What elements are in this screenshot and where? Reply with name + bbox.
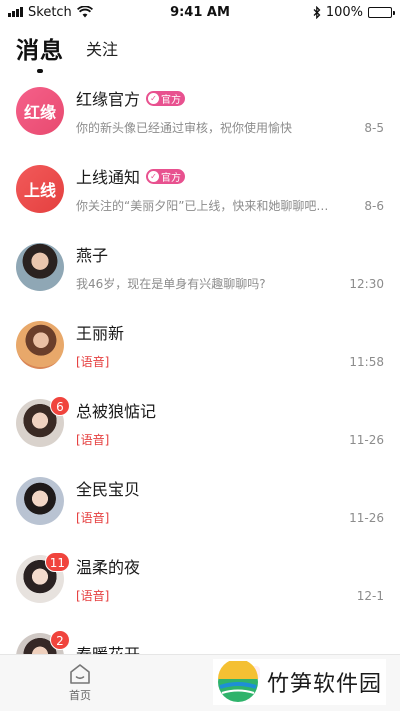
message-item[interactable]: 6 总被狼惦记 [语音] 11-26 bbox=[0, 384, 400, 462]
status-time: 9:41 AM bbox=[170, 4, 230, 20]
message-time: 8-5 bbox=[364, 120, 384, 135]
unread-count-badge: 11 bbox=[44, 552, 70, 572]
message-time: 12-1 bbox=[356, 588, 384, 603]
signal-icon bbox=[8, 7, 23, 17]
bamboo-logo-icon bbox=[217, 661, 258, 702]
message-item[interactable]: 燕子 我46岁，现在是单身有兴趣聊聊吗? 12:30 bbox=[0, 228, 400, 306]
nav-home-label: 首页 bbox=[69, 689, 91, 702]
message-time: 11-26 bbox=[349, 432, 384, 447]
verified-check-icon: ✓ bbox=[148, 92, 160, 104]
official-badge-label: 官方 bbox=[161, 172, 182, 184]
contact-name: 温柔的夜 bbox=[76, 558, 141, 577]
official-avatar: 红缘 bbox=[16, 87, 64, 135]
message-item[interactable]: 2 春暖花开 bbox=[0, 618, 400, 654]
tab-messages[interactable]: 消息 bbox=[16, 31, 64, 73]
voice-message-preview: [语音] bbox=[76, 355, 110, 369]
watermark: 竹笋软件园 bbox=[212, 659, 386, 705]
message-item[interactable]: 全民宝贝 [语音] 11-26 bbox=[0, 462, 400, 540]
user-avatar[interactable]: 11 bbox=[16, 552, 70, 603]
message-content: 王丽新 [语音] 11:58 bbox=[76, 320, 384, 370]
message-item[interactable]: 王丽新 [语音] 11:58 bbox=[0, 306, 400, 384]
verified-check-icon: ✓ bbox=[148, 170, 160, 182]
message-time: 12:30 bbox=[349, 276, 384, 291]
message-preview: 你关注的“美丽夕阳”已上线，快来和她聊聊吧… bbox=[76, 199, 329, 213]
message-list[interactable]: 红缘 红缘官方 ✓ 官方 你的新头像已经通过审核，祝你使用愉快 8-5 上线 上… bbox=[0, 72, 400, 654]
message-item[interactable]: 红缘 红缘官方 ✓ 官方 你的新头像已经通过审核，祝你使用愉快 8-5 bbox=[0, 72, 400, 150]
contact-name: 燕子 bbox=[76, 246, 109, 265]
user-avatar[interactable]: 2 bbox=[16, 630, 70, 654]
top-tabs: 消息 关注 bbox=[0, 24, 400, 73]
status-left: Sketch bbox=[8, 5, 148, 20]
user-avatar[interactable] bbox=[16, 477, 64, 525]
official-badge: ✓ 官方 bbox=[146, 168, 186, 184]
status-bar: Sketch 9:41 AM 100% bbox=[0, 0, 400, 24]
notification-avatar: 上线 bbox=[16, 165, 64, 213]
watermark-text: 竹笋软件园 bbox=[266, 672, 382, 697]
voice-message-preview: [语音] bbox=[76, 511, 110, 525]
contact-name: 全民宝贝 bbox=[76, 480, 141, 499]
battery-percent: 100% bbox=[325, 4, 363, 20]
message-content: 全民宝贝 [语音] 11-26 bbox=[76, 476, 384, 526]
voice-message-preview: [语音] bbox=[76, 433, 110, 447]
tab-following-label: 关注 bbox=[86, 40, 119, 59]
official-avatar-text: 红缘 bbox=[23, 103, 56, 122]
notification-avatar-text: 上线 bbox=[23, 181, 56, 200]
unread-count-badge: 6 bbox=[50, 396, 70, 416]
official-badge-label: 官方 bbox=[161, 94, 182, 106]
bluetooth-icon bbox=[313, 5, 321, 19]
message-time: 8-6 bbox=[364, 198, 384, 213]
unread-count-badge: 2 bbox=[50, 630, 70, 650]
message-content: 温柔的夜 [语音] 12-1 bbox=[76, 554, 384, 604]
tab-messages-label: 消息 bbox=[16, 38, 64, 64]
home-icon bbox=[70, 664, 90, 684]
message-item[interactable]: 上线 上线通知 ✓ 官方 你关注的“美丽夕阳”已上线，快来和她聊聊吧… 8-6 bbox=[0, 150, 400, 228]
message-time: 11:58 bbox=[349, 354, 384, 369]
message-content: 春暖花开 bbox=[76, 641, 384, 655]
message-content: 总被狼惦记 [语音] 11-26 bbox=[76, 398, 384, 448]
official-badge: ✓ 官方 bbox=[146, 90, 186, 106]
contact-name: 春暖花开 bbox=[76, 644, 141, 655]
user-avatar[interactable]: 6 bbox=[16, 396, 70, 447]
nav-home[interactable]: 首页 bbox=[0, 655, 160, 711]
contact-name: 王丽新 bbox=[76, 324, 125, 343]
message-content: 燕子 我46岁，现在是单身有兴趣聊聊吗? 12:30 bbox=[76, 242, 384, 292]
message-content: 红缘官方 ✓ 官方 你的新头像已经通过审核，祝你使用愉快 8-5 bbox=[76, 86, 384, 136]
wifi-icon bbox=[76, 6, 93, 18]
carrier-label: Sketch bbox=[28, 4, 72, 20]
app-screen: Sketch 9:41 AM 100% 消息 关注 红缘 红缘官方 ✓ 官方 你… bbox=[0, 0, 400, 711]
user-avatar[interactable] bbox=[16, 243, 64, 291]
message-item[interactable]: 11 温柔的夜 [语音] 12-1 bbox=[0, 540, 400, 618]
status-right: 100% bbox=[252, 4, 395, 20]
message-preview: 我46岁，现在是单身有兴趣聊聊吗? bbox=[76, 277, 266, 291]
message-preview: 你的新头像已经通过审核，祝你使用愉快 bbox=[76, 121, 293, 135]
contact-name: 红缘官方 bbox=[76, 90, 141, 109]
contact-name: 上线通知 bbox=[76, 168, 141, 187]
user-avatar[interactable] bbox=[16, 321, 64, 369]
message-content: 上线通知 ✓ 官方 你关注的“美丽夕阳”已上线，快来和她聊聊吧… 8-6 bbox=[76, 164, 384, 214]
contact-name: 总被狼惦记 bbox=[76, 402, 157, 421]
message-time: 11-26 bbox=[349, 510, 384, 525]
tab-following[interactable]: 关注 bbox=[86, 36, 118, 60]
voice-message-preview: [语音] bbox=[76, 589, 110, 603]
battery-icon bbox=[368, 6, 395, 18]
